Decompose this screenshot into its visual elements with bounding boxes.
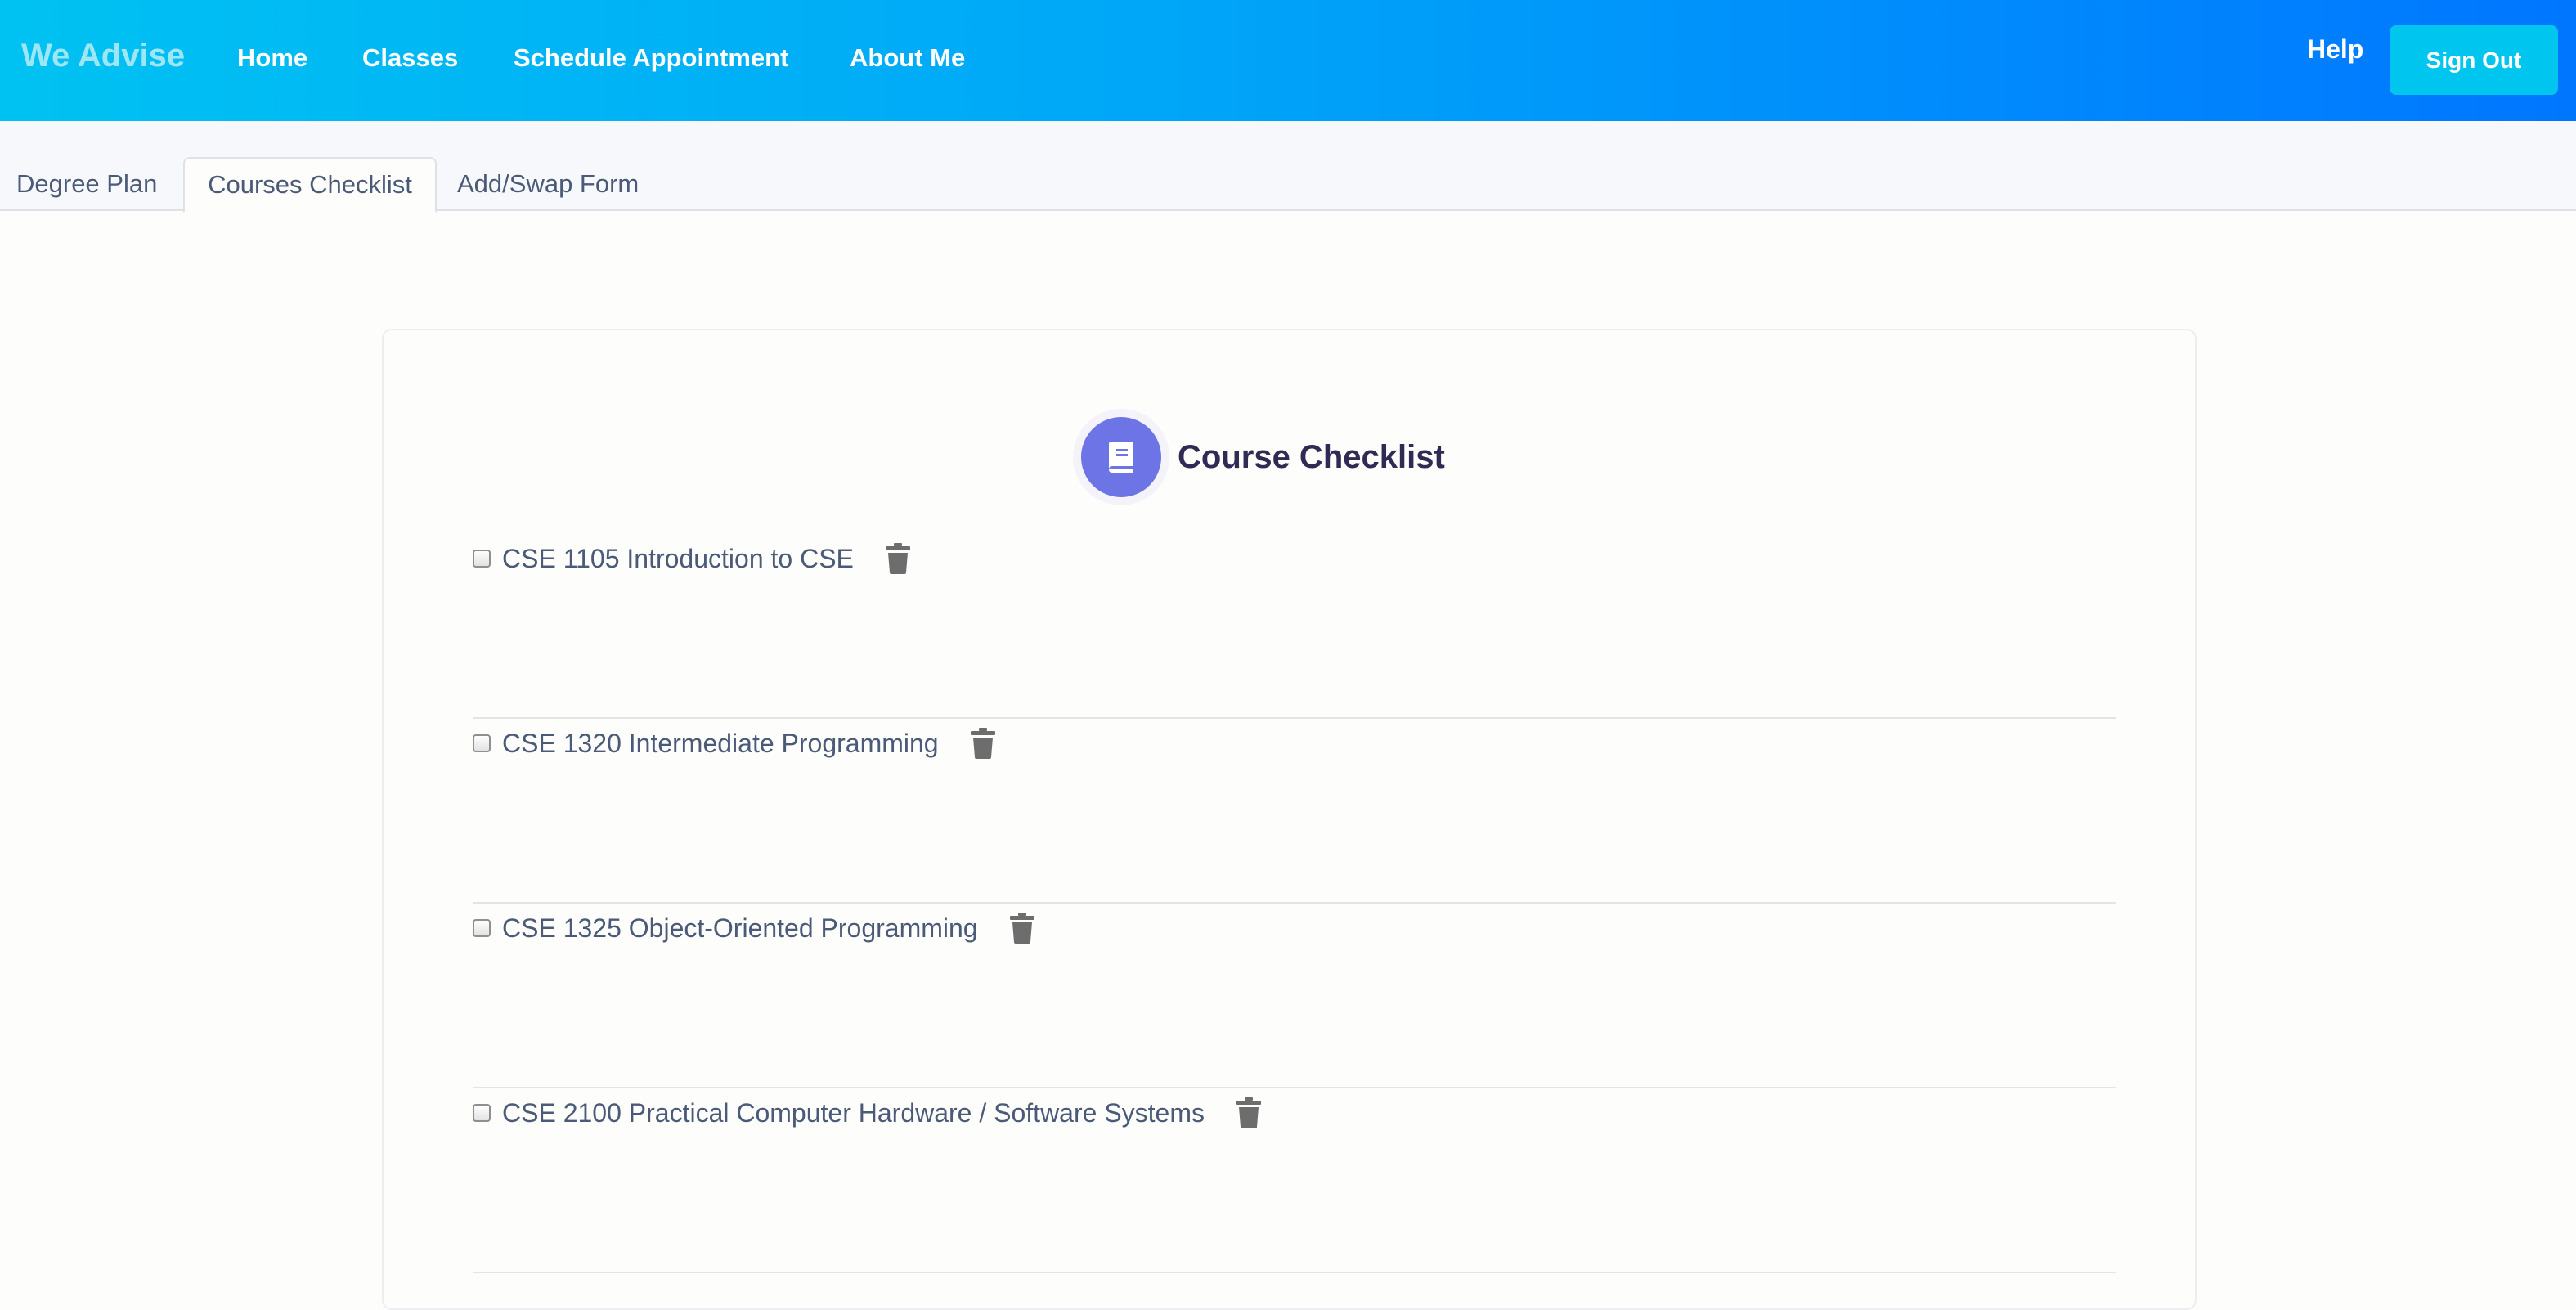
tab-degree-plan[interactable]: Degree Plan [16,157,157,211]
tab-courses-checklist[interactable]: Courses Checklist [183,157,437,213]
course-checkbox[interactable] [473,734,491,752]
sign-out-button[interactable]: Sign Out [2390,25,2558,95]
course-label: CSE 2100 Practical Computer Hardware / S… [502,1097,1205,1128]
nav-schedule-appointment-link[interactable]: Schedule Appointment [514,43,788,73]
checklist-title: Course Checklist [1178,438,1445,475]
course-label: CSE 1320 Intermediate Programming [502,728,939,758]
help-link[interactable]: Help [2307,34,2363,65]
trash-icon[interactable] [1236,1097,1262,1129]
course-row: CSE 1105 Introduction to CSE [473,534,2116,719]
brand-logo[interactable]: We Advise [21,38,185,74]
checklist-header: Course Checklist [1081,417,1445,497]
tab-add-swap-form[interactable]: Add/Swap Form [457,157,639,211]
course-label: CSE 1105 Introduction to CSE [502,543,854,573]
course-checkbox[interactable] [473,919,491,937]
trash-icon[interactable] [885,542,911,575]
course-checkbox[interactable] [473,550,491,568]
trash-icon[interactable] [1009,912,1035,944]
course-checkbox[interactable] [473,1104,491,1122]
book-icon [1081,417,1161,497]
nav-home-link[interactable]: Home [237,43,307,73]
course-row: CSE 1320 Intermediate Programming [473,719,2116,904]
nav-classes-link[interactable]: Classes [362,43,458,73]
tab-bar: Degree Plan Courses Checklist Add/Swap F… [0,121,2576,213]
trash-icon[interactable] [970,727,996,760]
course-label: CSE 1325 Object-Oriented Programming [502,913,978,943]
course-row: CSE 1325 Object-Oriented Programming [473,904,2116,1088]
course-row: CSE 2100 Practical Computer Hardware / S… [473,1088,2116,1273]
nav-about-me-link[interactable]: About Me [850,43,965,73]
top-navbar: We Advise Home Classes Schedule Appointm… [0,0,2576,121]
